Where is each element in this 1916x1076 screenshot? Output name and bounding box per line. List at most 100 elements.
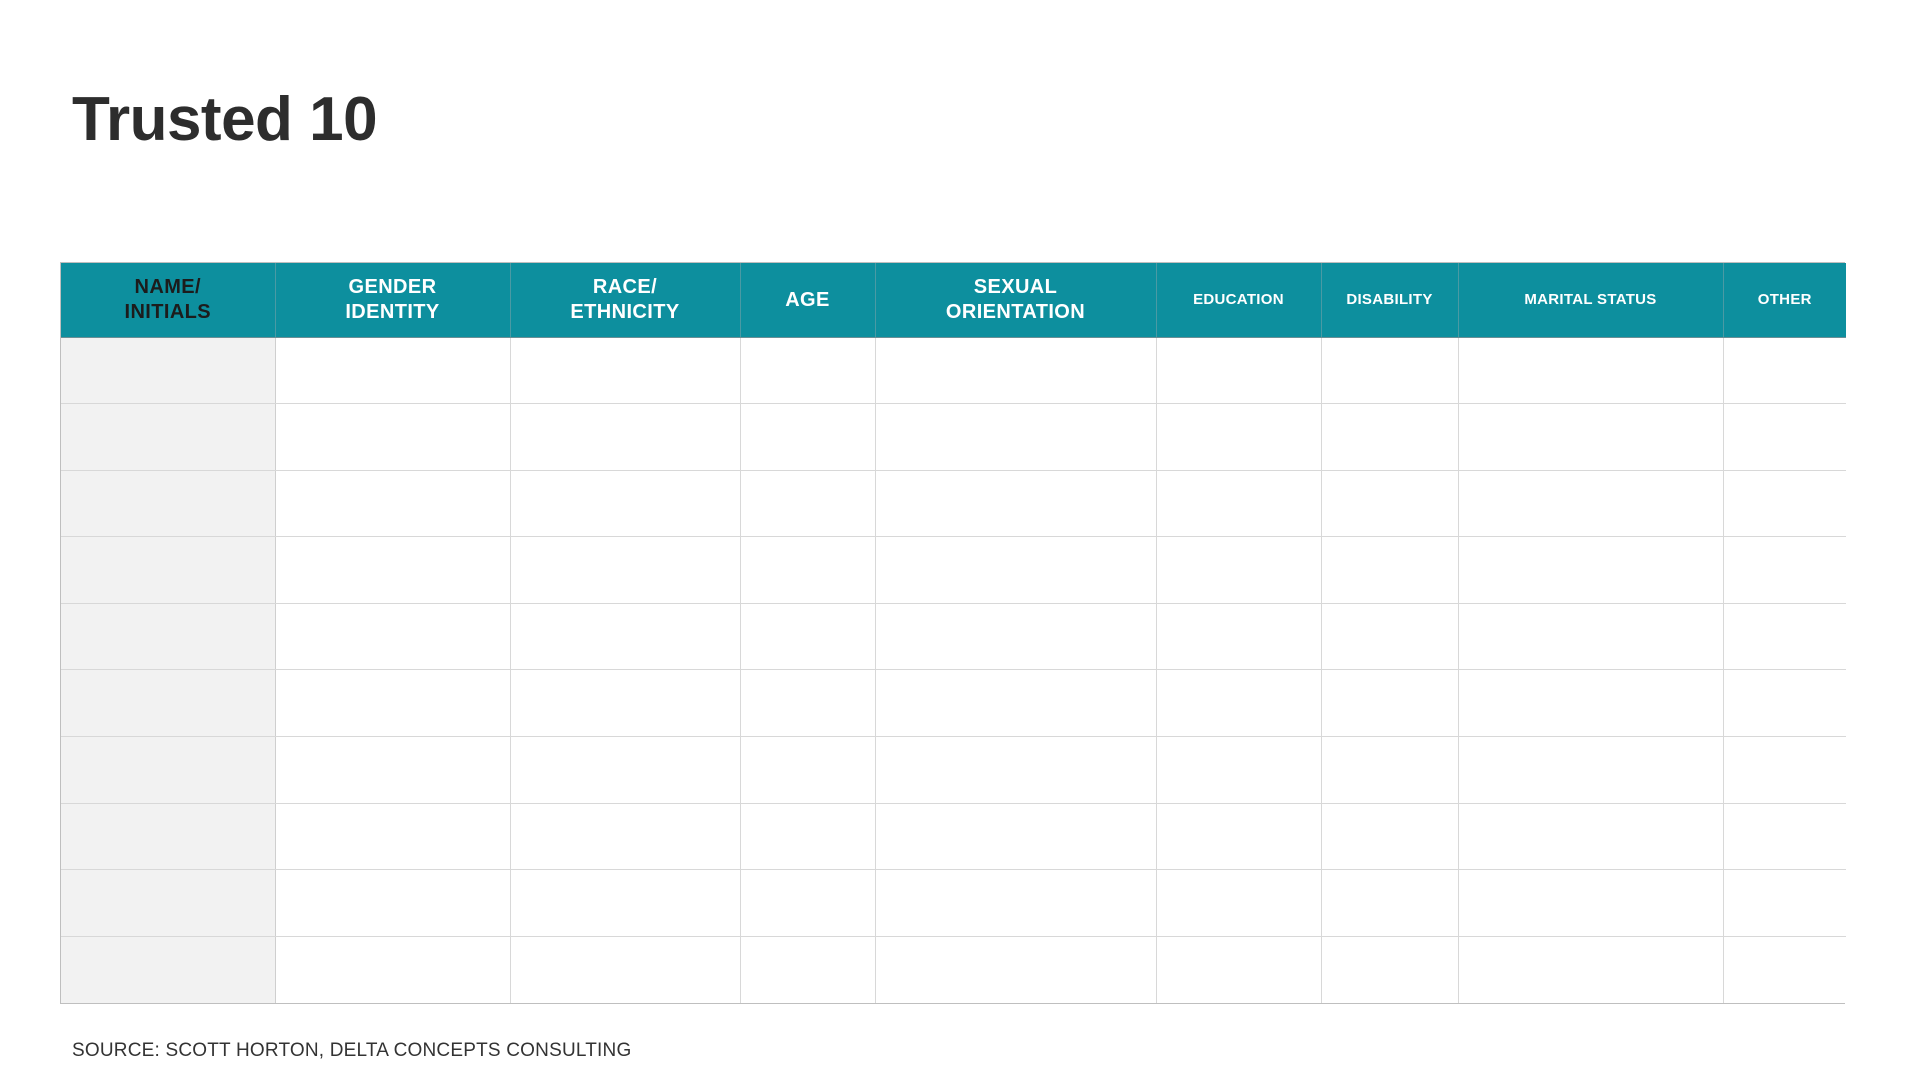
table-cell[interactable]: [875, 470, 1157, 538]
table-cell[interactable]: [875, 603, 1157, 671]
table-cell[interactable]: [1458, 603, 1724, 671]
table-cell[interactable]: [1321, 736, 1459, 804]
table-cell[interactable]: [510, 669, 741, 738]
column-header-disability[interactable]: DISABILITY: [1321, 263, 1459, 338]
table-cell[interactable]: [1321, 936, 1459, 1003]
table-cell[interactable]: [875, 936, 1157, 1003]
table-cell[interactable]: [1458, 936, 1724, 1003]
table-cell[interactable]: [1723, 669, 1846, 738]
table-cell[interactable]: [275, 403, 511, 471]
column-header-marital-status[interactable]: MARITAL STATUS: [1458, 263, 1724, 338]
table-cell[interactable]: [1458, 536, 1724, 604]
table-cell[interactable]: [1321, 869, 1459, 937]
column-header-education[interactable]: EDUCATION: [1156, 263, 1322, 338]
table-cell[interactable]: [275, 337, 511, 405]
table-cell[interactable]: [875, 869, 1157, 937]
column-header-line1: RACE/: [592, 276, 658, 299]
table-cell[interactable]: [1321, 669, 1459, 738]
table-cell[interactable]: [1321, 470, 1459, 538]
table-cell[interactable]: [1156, 337, 1322, 405]
table-cell[interactable]: [510, 470, 741, 538]
table-cell[interactable]: [1458, 736, 1724, 804]
table-cell[interactable]: [1156, 403, 1322, 471]
table-cell[interactable]: [1723, 803, 1846, 871]
column-header-name-initials[interactable]: NAME/INITIALS: [61, 263, 276, 338]
table-cell[interactable]: [510, 736, 741, 804]
table-cell[interactable]: [1156, 736, 1322, 804]
table-cell[interactable]: [1156, 470, 1322, 538]
table-cell[interactable]: [1458, 869, 1724, 937]
table-cell[interactable]: [1458, 337, 1724, 405]
table-cell[interactable]: [510, 803, 741, 871]
table-cell[interactable]: [1156, 536, 1322, 604]
table-cell[interactable]: [1458, 470, 1724, 538]
cell-name-initials[interactable]: [61, 536, 276, 604]
table-cell[interactable]: [740, 936, 876, 1003]
column-header-race-ethnicity[interactable]: RACE/ETHNICITY: [510, 263, 741, 338]
table-cell[interactable]: [1321, 803, 1459, 871]
table-cell[interactable]: [740, 403, 876, 471]
table-cell[interactable]: [1156, 803, 1322, 871]
cell-name-initials[interactable]: [61, 936, 276, 1003]
table-cell[interactable]: [275, 669, 511, 738]
table-cell[interactable]: [1321, 337, 1459, 405]
table-cell[interactable]: [1156, 669, 1322, 738]
table-cell[interactable]: [875, 403, 1157, 471]
table-cell[interactable]: [510, 869, 741, 937]
table-cell[interactable]: [1723, 736, 1846, 804]
table-cell[interactable]: [740, 736, 876, 804]
table-cell[interactable]: [1156, 936, 1322, 1003]
column-header-sexual-orientation[interactable]: SEXUAL ORIENTATION: [875, 263, 1157, 338]
table-cell[interactable]: [1156, 869, 1322, 937]
table-cell[interactable]: [510, 603, 741, 671]
cell-name-initials[interactable]: [61, 869, 276, 937]
cell-name-initials[interactable]: [61, 470, 276, 538]
table-cell[interactable]: [275, 869, 511, 937]
table-cell[interactable]: [1723, 470, 1846, 538]
cell-name-initials[interactable]: [61, 603, 276, 671]
table-cell[interactable]: [1723, 337, 1846, 405]
table-cell[interactable]: [1723, 536, 1846, 604]
table-cell[interactable]: [1723, 403, 1846, 471]
column-header-gender-identity[interactable]: GENDER IDENTITY: [275, 263, 511, 338]
table-cell[interactable]: [275, 736, 511, 804]
cell-name-initials[interactable]: [61, 337, 276, 405]
table-cell[interactable]: [1321, 403, 1459, 471]
table-cell[interactable]: [740, 803, 876, 871]
cell-name-initials[interactable]: [61, 803, 276, 871]
cell-name-initials[interactable]: [61, 736, 276, 804]
table-cell[interactable]: [875, 337, 1157, 405]
table-cell[interactable]: [740, 869, 876, 937]
table-cell[interactable]: [740, 603, 876, 671]
table-cell[interactable]: [275, 936, 511, 1003]
table-cell[interactable]: [875, 736, 1157, 804]
table-cell[interactable]: [1723, 869, 1846, 937]
table-cell[interactable]: [1458, 669, 1724, 738]
cell-name-initials[interactable]: [61, 403, 276, 471]
table-cell[interactable]: [1458, 803, 1724, 871]
table-cell[interactable]: [275, 803, 511, 871]
table-cell[interactable]: [740, 536, 876, 604]
table-cell[interactable]: [1321, 603, 1459, 671]
column-header-other[interactable]: OTHER: [1723, 263, 1846, 338]
column-header-age[interactable]: AGE: [740, 263, 876, 338]
table-cell[interactable]: [1723, 936, 1846, 1003]
table-cell[interactable]: [275, 603, 511, 671]
table-cell[interactable]: [510, 403, 741, 471]
table-cell[interactable]: [740, 470, 876, 538]
table-cell[interactable]: [1458, 403, 1724, 471]
table-cell[interactable]: [740, 669, 876, 738]
table-cell[interactable]: [740, 337, 876, 405]
table-cell[interactable]: [875, 803, 1157, 871]
table-cell[interactable]: [1723, 603, 1846, 671]
cell-name-initials[interactable]: [61, 669, 276, 738]
table-cell[interactable]: [510, 936, 741, 1003]
table-cell[interactable]: [510, 536, 741, 604]
table-cell[interactable]: [1321, 536, 1459, 604]
table-cell[interactable]: [875, 536, 1157, 604]
table-cell[interactable]: [275, 470, 511, 538]
table-cell[interactable]: [510, 337, 741, 405]
table-cell[interactable]: [1156, 603, 1322, 671]
table-cell[interactable]: [275, 536, 511, 604]
table-cell[interactable]: [875, 669, 1157, 738]
